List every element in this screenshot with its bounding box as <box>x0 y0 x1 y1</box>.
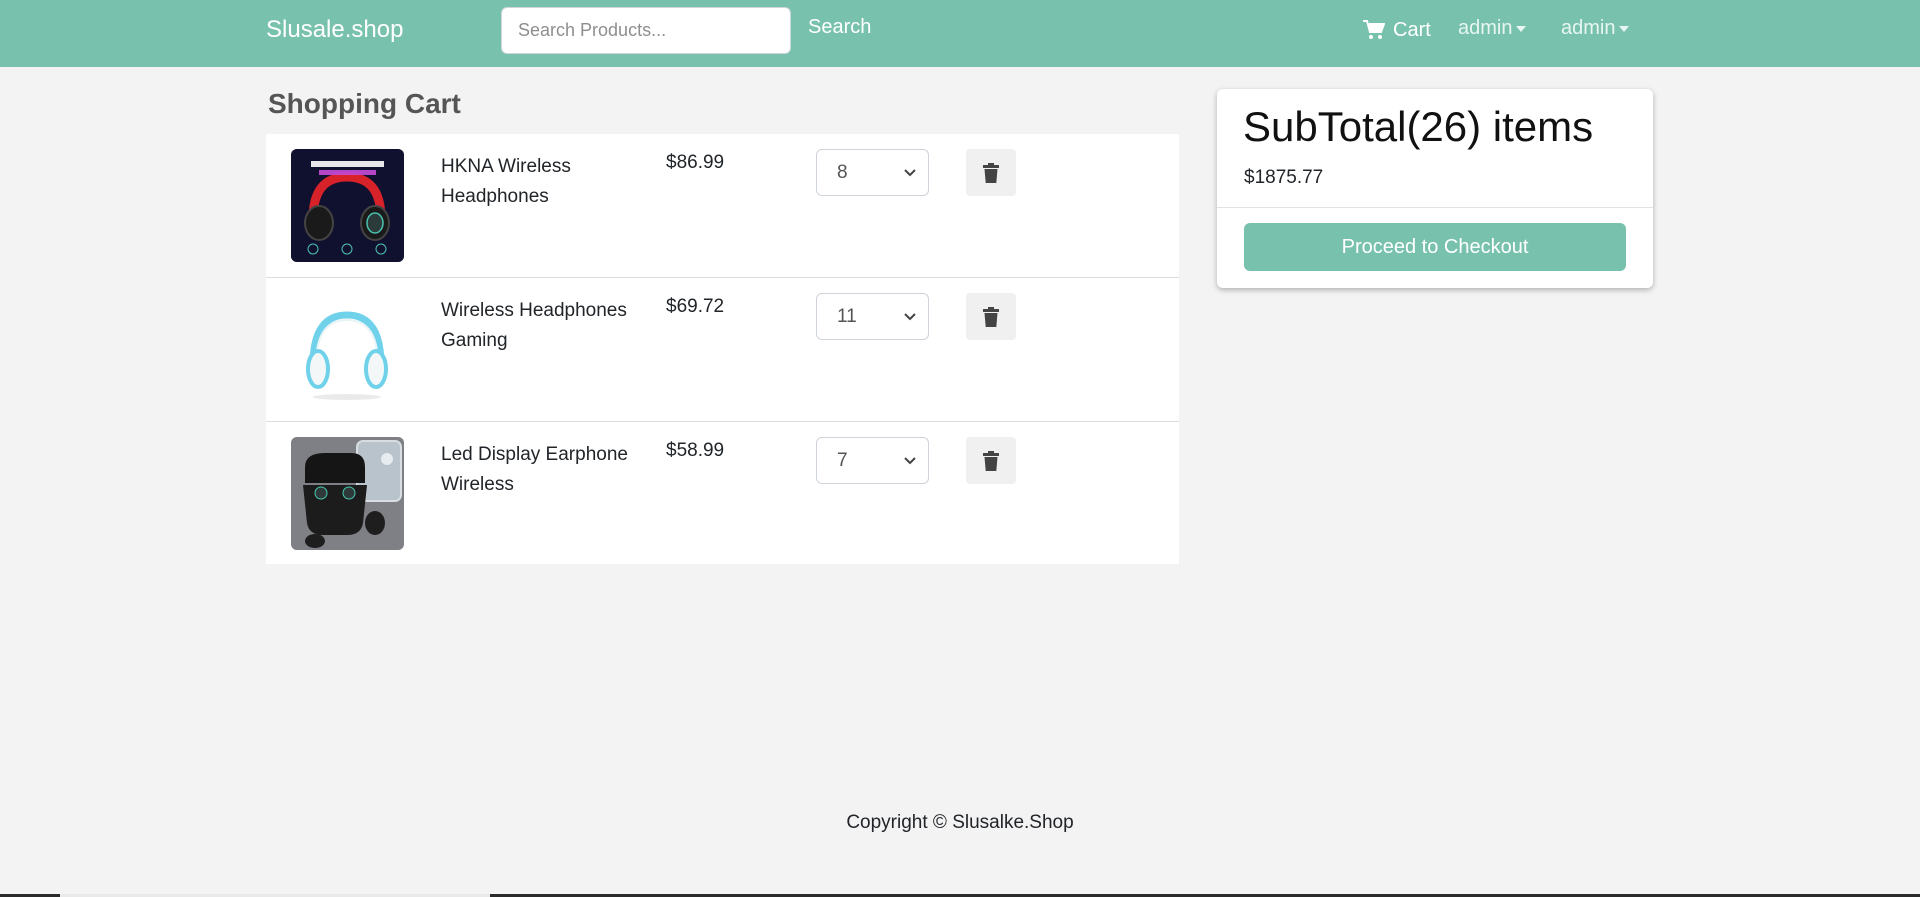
trash-icon <box>983 306 999 327</box>
chevron-down-icon <box>904 456 916 464</box>
quantity-value: 11 <box>837 305 857 327</box>
admin-dropdown-label: admin <box>1561 17 1616 39</box>
product-price: $86.99 <box>666 152 725 173</box>
quantity-select[interactable]: 8 <box>816 149 929 196</box>
product-price: $58.99 <box>666 440 725 461</box>
cart-item-row: Led Display Earphone Wireless $58.99 7 <box>266 422 1179 566</box>
caret-down-icon <box>1516 25 1527 32</box>
caret-down-icon <box>1619 25 1630 32</box>
quantity-value: 7 <box>837 449 848 471</box>
product-name-link[interactable]: HKNA Wireless Headphones <box>441 152 641 212</box>
product-image-headphones-white[interactable] <box>291 293 404 406</box>
chevron-down-icon <box>904 168 916 176</box>
brand-logo[interactable]: Slusale.shop <box>266 16 403 44</box>
top-navbar: Slusale.shop Search Cart admin admin <box>0 0 1920 67</box>
delete-item-button[interactable] <box>966 149 1016 196</box>
trash-icon <box>983 162 999 183</box>
cart-item-row: Wireless Headphones Gaming $69.72 11 <box>266 278 1179 422</box>
cart-link[interactable]: Cart <box>1363 17 1431 43</box>
delete-item-button[interactable] <box>966 293 1016 340</box>
cart-label: Cart <box>1393 18 1431 41</box>
footer-copyright: Copyright © Slusalke.Shop <box>846 812 1074 833</box>
page-title: Shopping Cart <box>268 88 461 119</box>
trash-icon <box>983 450 999 471</box>
subtotal-price: $1875.77 <box>1244 167 1324 188</box>
cart-icon <box>1363 20 1385 39</box>
quantity-value: 8 <box>837 161 848 183</box>
product-name-link[interactable]: Led Display Earphone Wireless <box>441 440 641 500</box>
delete-item-button[interactable] <box>966 437 1016 484</box>
quantity-select[interactable]: 11 <box>816 293 929 340</box>
subtotal-title: SubTotal(26) items <box>1243 103 1594 150</box>
chevron-down-icon <box>904 312 916 320</box>
admin-dropdown-label: admin <box>1458 17 1513 39</box>
search-button[interactable]: Search <box>808 16 871 39</box>
cart-items-list: HKNA Wireless Headphones $86.99 8 Wirele… <box>266 134 1179 564</box>
quantity-select[interactable]: 7 <box>816 437 929 484</box>
proceed-to-checkout-button[interactable]: Proceed to Checkout <box>1244 223 1626 271</box>
product-image-earbuds[interactable] <box>291 437 404 550</box>
order-summary-card: SubTotal(26) items $1875.77 Proceed to C… <box>1217 89 1653 288</box>
divider <box>1217 207 1653 208</box>
product-image-headphones-red[interactable] <box>291 149 404 262</box>
product-price: $69.72 <box>666 296 725 317</box>
product-name-link[interactable]: Wireless Headphones Gaming <box>441 296 641 356</box>
admin-dropdown-1[interactable]: admin <box>1458 17 1527 40</box>
cart-item-row: HKNA Wireless Headphones $86.99 8 <box>266 134 1179 278</box>
admin-dropdown-2[interactable]: admin <box>1561 17 1630 40</box>
search-input[interactable] <box>501 7 791 54</box>
